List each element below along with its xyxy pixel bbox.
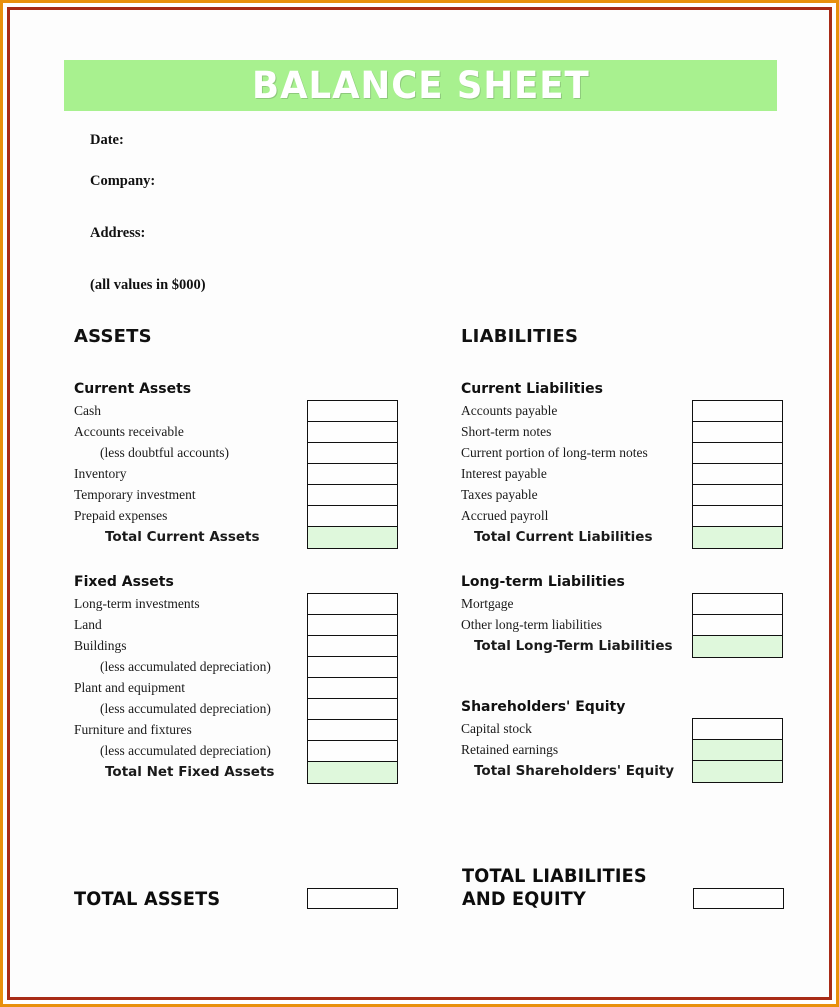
- line-item-label: Cash: [74, 402, 101, 418]
- liabilities-column-title: LIABILITIES: [461, 326, 579, 347]
- amount-input[interactable]: [308, 741, 397, 762]
- page-title: BALANCE SHEET: [251, 64, 590, 107]
- fixed-assets-heading: Fixed Assets: [74, 574, 174, 590]
- total-amount-input[interactable]: [693, 636, 782, 657]
- amount-input[interactable]: [693, 615, 782, 636]
- total-liabilities-and-equity-input[interactable]: [693, 888, 784, 909]
- total-liabilities-line1: TOTAL LIABILITIES: [462, 865, 647, 887]
- company-label: Company:: [90, 173, 156, 189]
- total-row-label: Total Current Liabilities: [474, 528, 653, 545]
- amount-input[interactable]: [308, 422, 397, 443]
- total-assets-label: TOTAL ASSETS: [74, 888, 221, 910]
- line-item-label: Long-term investments: [74, 595, 200, 611]
- amount-input-stack: [692, 718, 783, 783]
- fixed-assets-section: Fixed Assets Long-term investments Land Bu…: [67, 574, 407, 784]
- line-item-label: Accounts payable: [461, 402, 558, 418]
- total-amount-input[interactable]: [693, 761, 782, 782]
- address-label: Address:: [90, 225, 146, 241]
- assets-column-title: ASSETS: [74, 326, 152, 347]
- amount-input[interactable]: [308, 678, 397, 699]
- shareholders-equity-heading: Shareholders' Equity: [461, 699, 626, 715]
- line-item-label: Capital stock: [461, 720, 532, 736]
- amount-input[interactable]: [308, 485, 397, 506]
- title-banner: BALANCE SHEET: [64, 60, 777, 111]
- line-item-label: Furniture and fixtures: [74, 721, 192, 737]
- line-item-label: Temporary investment: [74, 486, 196, 502]
- amount-input[interactable]: [693, 740, 782, 761]
- total-row-label: Total Long-Term Liabilities: [474, 637, 673, 654]
- line-item-label: Prepaid expenses: [74, 507, 168, 523]
- current-liabilities-section: Current Liabilities Accounts payable Shor…: [454, 381, 794, 549]
- current-assets-section: Current Assets Cash Accounts receivable (l…: [67, 381, 407, 549]
- line-item-label: (less accumulated depreciation): [100, 658, 271, 674]
- assets-column: ASSETS Current Assets Cash Accounts recei…: [67, 326, 407, 784]
- amount-input-stack: [692, 400, 783, 549]
- line-item-label: Retained earnings: [461, 741, 559, 757]
- line-item-label: Accounts receivable: [74, 423, 184, 439]
- line-item-label: (less accumulated depreciation): [100, 742, 271, 758]
- current-liabilities-rows: Accounts payable Short-term notes Current …: [454, 400, 794, 549]
- line-item-label: Land: [74, 616, 102, 632]
- amount-input-stack: [692, 593, 783, 658]
- total-liabilities-line2: AND EQUITY: [462, 888, 587, 911]
- amount-input[interactable]: [308, 594, 397, 615]
- line-item-label: Buildings: [74, 637, 127, 653]
- current-assets-rows: Cash Accounts receivable (less doubtful ac…: [67, 400, 407, 549]
- line-item-label: Inventory: [74, 465, 127, 481]
- total-amount-input[interactable]: [308, 527, 397, 548]
- date-label: Date:: [90, 132, 124, 148]
- line-item-label: Accrued payroll: [461, 507, 549, 523]
- amount-input[interactable]: [308, 464, 397, 485]
- amount-input-stack: [307, 400, 398, 549]
- current-liabilities-heading: Current Liabilities: [461, 381, 603, 397]
- amount-input[interactable]: [308, 657, 397, 678]
- page-border-inner: BALANCE SHEET Date: Company: Address: (a…: [7, 7, 832, 1000]
- amount-input[interactable]: [693, 443, 782, 464]
- source-watermark: [44, 962, 47, 973]
- amount-input[interactable]: [693, 422, 782, 443]
- total-row-label: Total Shareholders' Equity: [474, 762, 675, 779]
- amount-input[interactable]: [308, 506, 397, 527]
- balance-sheet-document: BALANCE SHEET Date: Company: Address: (a…: [10, 10, 829, 997]
- amount-input[interactable]: [693, 594, 782, 615]
- amount-input[interactable]: [693, 485, 782, 506]
- line-item-label: Current portion of long-term notes: [461, 444, 648, 460]
- total-liabilities-and-equity-label: TOTAL LIABILITIES AND EQUITY: [462, 865, 647, 911]
- amount-input[interactable]: [693, 719, 782, 740]
- long-term-liabilities-rows: Mortgage Other long-term liabilities Total…: [454, 593, 794, 658]
- long-term-liabilities-section: Long-term Liabilities Mortgage Other long…: [454, 574, 794, 658]
- units-note: (all values in $000): [90, 277, 206, 293]
- long-term-liabilities-heading: Long-term Liabilities: [461, 574, 625, 590]
- line-item-label: Plant and equipment: [74, 679, 185, 695]
- line-item-label: Mortgage: [461, 595, 514, 611]
- amount-input[interactable]: [308, 699, 397, 720]
- total-row-label: Total Net Fixed Assets: [105, 763, 275, 780]
- amount-input[interactable]: [308, 615, 397, 636]
- amount-input-stack: [307, 593, 398, 784]
- line-item-label: Short-term notes: [461, 423, 552, 439]
- amount-input[interactable]: [308, 720, 397, 741]
- total-assets-input[interactable]: [307, 888, 398, 909]
- amount-input[interactable]: [308, 401, 397, 422]
- total-amount-input[interactable]: [693, 527, 782, 548]
- fixed-assets-rows: Long-term investments Land Buildings (less …: [67, 593, 407, 784]
- current-assets-heading: Current Assets: [74, 381, 192, 397]
- total-row-label: Total Current Assets: [105, 528, 260, 545]
- amount-input[interactable]: [693, 506, 782, 527]
- amount-input[interactable]: [308, 443, 397, 464]
- line-item-label: Taxes payable: [461, 486, 538, 502]
- line-item-label: Other long-term liabilities: [461, 616, 602, 632]
- line-item-label: (less doubtful accounts): [100, 444, 229, 460]
- amount-input[interactable]: [693, 401, 782, 422]
- shareholders-equity-section: Shareholders' Equity Capital stock Retain…: [454, 699, 794, 783]
- amount-input[interactable]: [693, 464, 782, 485]
- page-border-outer: BALANCE SHEET Date: Company: Address: (a…: [0, 0, 839, 1007]
- shareholders-equity-rows: Capital stock Retained earnings Total Shar…: [454, 718, 794, 783]
- amount-input[interactable]: [308, 636, 397, 657]
- total-amount-input[interactable]: [308, 762, 397, 783]
- liabilities-column: LIABILITIES Current Liabilities Accounts…: [454, 326, 794, 783]
- line-item-label: (less accumulated depreciation): [100, 700, 271, 716]
- line-item-label: Interest payable: [461, 465, 547, 481]
